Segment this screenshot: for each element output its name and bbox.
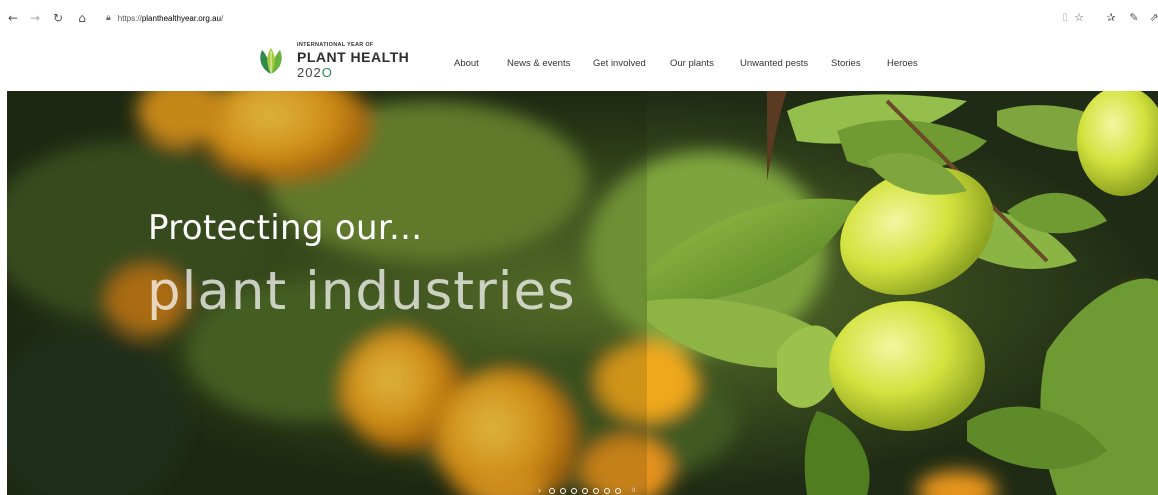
slide-dot[interactable] — [615, 487, 622, 494]
address-bar[interactable]: 🔒︎ https://planthealthyear.org.au / — [106, 11, 223, 25]
slider-controls: › ॥ — [538, 486, 635, 495]
logo-year-digit: O — [321, 64, 333, 80]
browser-toolbar: ← → ↻ ⌂ 🔒︎ https://planthealthyear.org.a… — [0, 0, 1158, 34]
slide-dot[interactable] — [571, 487, 578, 494]
hero-title: Protecting our... — [148, 208, 423, 248]
slide-dot[interactable] — [582, 487, 589, 494]
nav-item-about[interactable]: About — [454, 58, 479, 69]
forward-arrow-icon[interactable]: → — [24, 7, 46, 29]
url-scheme: https:// — [117, 13, 142, 23]
site-header — [0, 34, 1158, 91]
nav-item-news-events[interactable]: News & events — [507, 58, 570, 69]
slide-dot[interactable] — [549, 487, 556, 494]
slide-dot[interactable] — [593, 487, 600, 494]
nav-item-unwanted-pests[interactable]: Unwanted pests — [740, 58, 808, 69]
slide-dot[interactable] — [604, 487, 611, 494]
logo-main-text: PLANT HEALTH — [297, 48, 410, 65]
url-host: planthealthyear.org.au — [141, 13, 221, 23]
logo-small-text: INTERNATIONAL YEAR OF — [297, 42, 374, 48]
next-slide-icon[interactable]: › — [538, 486, 541, 495]
nav-item-get-involved[interactable]: Get involved — [593, 58, 646, 69]
logo-year: 202O — [297, 66, 409, 79]
favorites-list-icon[interactable]: ✰ — [1103, 9, 1119, 25]
share-icon[interactable]: ⇗ — [1146, 9, 1158, 25]
url-path: / — [220, 13, 224, 23]
nav-item-our-plants[interactable]: Our plants — [670, 58, 714, 69]
nav-item-stories[interactable]: Stories — [831, 58, 861, 69]
back-arrow-icon[interactable]: ← — [2, 7, 24, 29]
favorite-star-icon[interactable]: ☆ — [1071, 9, 1087, 25]
reload-icon[interactable]: ↻ — [47, 7, 69, 29]
slide-dot[interactable] — [560, 487, 567, 494]
leaf-logo-icon — [256, 45, 286, 76]
pause-icon[interactable]: ॥ — [631, 486, 635, 495]
hero-slider[interactable]: Protecting our... plant industries — [7, 91, 1158, 495]
logo-year-digit: 2 — [297, 64, 306, 80]
nav-item-heroes[interactable]: Heroes — [887, 58, 918, 69]
hero-subtitle: plant industries — [147, 261, 576, 322]
site-logo[interactable]: INTERNATIONAL YEAR OF PLANT HEALTH 202O — [255, 42, 410, 79]
home-icon[interactable]: ⌂ — [71, 7, 93, 29]
lock-icon: 🔒︎ — [106, 13, 111, 23]
logo-year-digit: 2 — [313, 64, 322, 80]
pen-icon[interactable]: ✎ — [1126, 9, 1142, 25]
